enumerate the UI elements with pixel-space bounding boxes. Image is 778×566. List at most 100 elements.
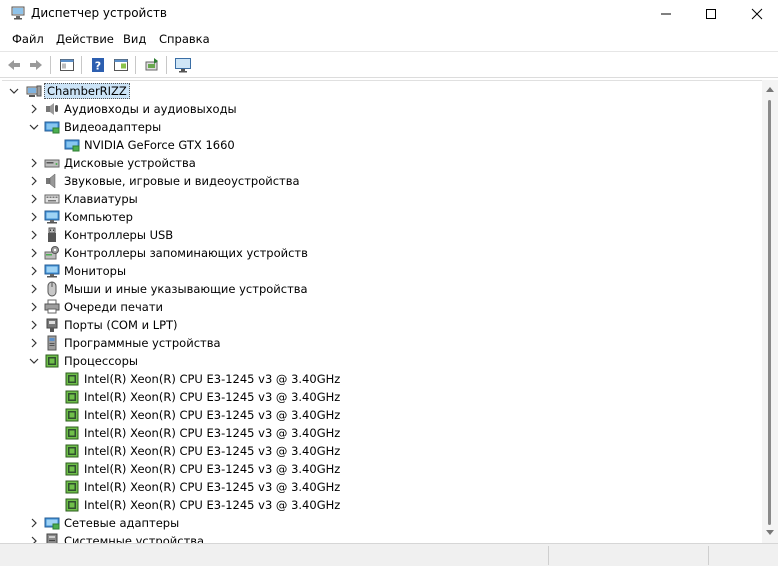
chevron-right-icon[interactable] — [28, 517, 40, 529]
tree-category[interactable]: Процессоры — [2, 352, 742, 370]
tree-device[interactable]: Intel(R) Xeon(R) CPU E3-1245 v3 @ 3.40GH… — [2, 460, 742, 478]
network-adapter-icon — [44, 517, 60, 530]
tree-category[interactable]: Очереди печати — [2, 298, 742, 316]
chevron-right-icon[interactable] — [28, 265, 40, 277]
tree-category[interactable]: Звуковые, игровые и видеоустройства — [2, 172, 742, 190]
tree-item-label: Дисковые устройства — [64, 156, 196, 170]
toolbar-separator — [81, 56, 82, 74]
chevron-right-icon[interactable] — [28, 319, 40, 331]
tree-category[interactable]: Сетевые адаптеры — [2, 514, 742, 532]
scrollbar-thumb[interactable] — [768, 100, 771, 525]
show-hidden-button[interactable] — [111, 55, 131, 75]
tree-device[interactable]: Intel(R) Xeon(R) CPU E3-1245 v3 @ 3.40GH… — [2, 442, 742, 460]
chevron-right-icon[interactable] — [28, 157, 40, 169]
tree-device[interactable]: Intel(R) Xeon(R) CPU E3-1245 v3 @ 3.40GH… — [2, 406, 742, 424]
tree-device[interactable]: Intel(R) Xeon(R) CPU E3-1245 v3 @ 3.40GH… — [2, 424, 742, 442]
scan-hardware-button[interactable] — [173, 55, 193, 75]
monitor-scan-icon — [175, 58, 191, 73]
tree-item-label: Intel(R) Xeon(R) CPU E3-1245 v3 @ 3.40GH… — [84, 426, 341, 440]
toolbar-separator — [135, 56, 136, 74]
tree-device[interactable]: Intel(R) Xeon(R) CPU E3-1245 v3 @ 3.40GH… — [2, 478, 742, 496]
system-device-icon — [46, 533, 58, 543]
processor-icon — [65, 444, 79, 458]
scroll-down-icon[interactable] — [766, 530, 774, 536]
chevron-down-icon[interactable] — [28, 121, 40, 133]
minimize-button[interactable] — [643, 0, 689, 27]
tree-category[interactable]: Порты (COM и LPT) — [2, 316, 742, 334]
scroll-up-icon[interactable] — [766, 86, 774, 92]
storage-controller-icon — [44, 246, 59, 260]
chevron-right-icon[interactable] — [28, 175, 40, 187]
speaker-icon — [46, 173, 56, 189]
tree-root[interactable]: ChamberRIZZ — [2, 82, 742, 100]
tree-item-label: Мыши и иные указывающие устройства — [64, 282, 308, 296]
chevron-right-icon[interactable] — [28, 337, 40, 349]
tree-category[interactable]: Видеоадаптеры — [2, 118, 742, 136]
chevron-down-icon[interactable] — [8, 85, 20, 97]
tree-device[interactable]: NVIDIA GeForce GTX 1660 — [2, 136, 742, 154]
back-button[interactable] — [4, 55, 24, 75]
chevron-right-icon[interactable] — [28, 301, 40, 313]
chevron-right-icon[interactable] — [28, 103, 40, 115]
chevron-right-icon[interactable] — [28, 535, 40, 543]
chevron-right-icon[interactable] — [28, 229, 40, 241]
chevron-right-icon[interactable] — [28, 283, 40, 295]
tree-category[interactable]: Мыши и иные указывающие устройства — [2, 280, 742, 298]
tree-category[interactable]: Компьютер — [2, 208, 742, 226]
tree-item-label: Программные устройства — [64, 336, 221, 350]
tree-item-label: Intel(R) Xeon(R) CPU E3-1245 v3 @ 3.40GH… — [84, 408, 341, 422]
speaker-mic-icon — [46, 103, 58, 115]
menu-help[interactable]: Справка — [159, 32, 210, 46]
tree-category[interactable]: Контроллеры USB — [2, 226, 742, 244]
menu-file[interactable]: Файл — [12, 32, 44, 46]
tree-device[interactable]: Intel(R) Xeon(R) CPU E3-1245 v3 @ 3.40GH… — [2, 370, 742, 388]
processor-icon — [65, 426, 79, 440]
tree-category[interactable]: Мониторы — [2, 262, 742, 280]
tree-item-label: Системные устройства — [64, 534, 205, 543]
tree-item-label: Звуковые, игровые и видеоустройства — [64, 174, 300, 188]
tree-item-label: Intel(R) Xeon(R) CPU E3-1245 v3 @ 3.40GH… — [84, 372, 341, 386]
toolbar-separator — [166, 56, 167, 74]
vertical-scrollbar[interactable] — [762, 80, 778, 543]
tree-device[interactable]: Intel(R) Xeon(R) CPU E3-1245 v3 @ 3.40GH… — [2, 388, 742, 406]
chevron-right-icon[interactable] — [28, 247, 40, 259]
tree-category[interactable]: Контроллеры запоминающих устройств — [2, 244, 742, 262]
keyboard-icon — [44, 194, 60, 204]
tree-root-label[interactable]: ChamberRIZZ — [44, 83, 130, 99]
chevron-right-icon[interactable] — [28, 193, 40, 205]
maximize-button[interactable] — [688, 0, 734, 27]
printer-icon — [44, 299, 60, 314]
display-adapter-icon — [64, 139, 80, 152]
menu-action[interactable]: Действие — [56, 32, 114, 46]
tree-item-label: Видеоадаптеры — [64, 120, 162, 134]
update-driver-button[interactable] — [142, 55, 162, 75]
status-separator — [708, 546, 709, 565]
tree-category[interactable]: Дисковые устройства — [2, 154, 742, 172]
menu-bar: Файл Действие Вид Справка — [0, 27, 778, 51]
tree-item-label: Intel(R) Xeon(R) CPU E3-1245 v3 @ 3.40GH… — [84, 444, 341, 458]
tree-category[interactable]: Системные устройства — [2, 532, 742, 543]
tree-item-label: Процессоры — [64, 354, 138, 368]
tree-category[interactable]: Программные устройства — [2, 334, 742, 352]
close-button[interactable] — [734, 0, 778, 27]
update-driver-icon — [145, 58, 158, 71]
chevron-down-icon[interactable] — [28, 355, 40, 367]
device-tree[interactable]: ChamberRIZZ Аудиовходы и аудиовыходы Виде… — [2, 80, 762, 543]
window-panel-icon — [114, 59, 128, 71]
maximize-icon — [706, 8, 716, 19]
display-adapter-icon — [44, 121, 60, 134]
tree-item-label: Intel(R) Xeon(R) CPU E3-1245 v3 @ 3.40GH… — [84, 498, 341, 512]
tree-item-label: Аудиовходы и аудиовыходы — [64, 102, 237, 116]
tree-category[interactable]: Аудиовходы и аудиовыходы — [2, 100, 742, 118]
chevron-right-icon[interactable] — [28, 211, 40, 223]
mouse-icon — [47, 281, 57, 297]
tree-item-label: Intel(R) Xeon(R) CPU E3-1245 v3 @ 3.40GH… — [84, 480, 341, 494]
tree-category[interactable]: Клавиатуры — [2, 190, 742, 208]
help-button[interactable]: ? — [88, 55, 108, 75]
tree-device[interactable]: Intel(R) Xeon(R) CPU E3-1245 v3 @ 3.40GH… — [2, 496, 742, 514]
toolbar: ? — [0, 51, 778, 78]
menu-view[interactable]: Вид — [123, 32, 146, 46]
processor-icon — [65, 462, 79, 476]
forward-button[interactable] — [26, 55, 46, 75]
properties-button[interactable] — [57, 55, 77, 75]
